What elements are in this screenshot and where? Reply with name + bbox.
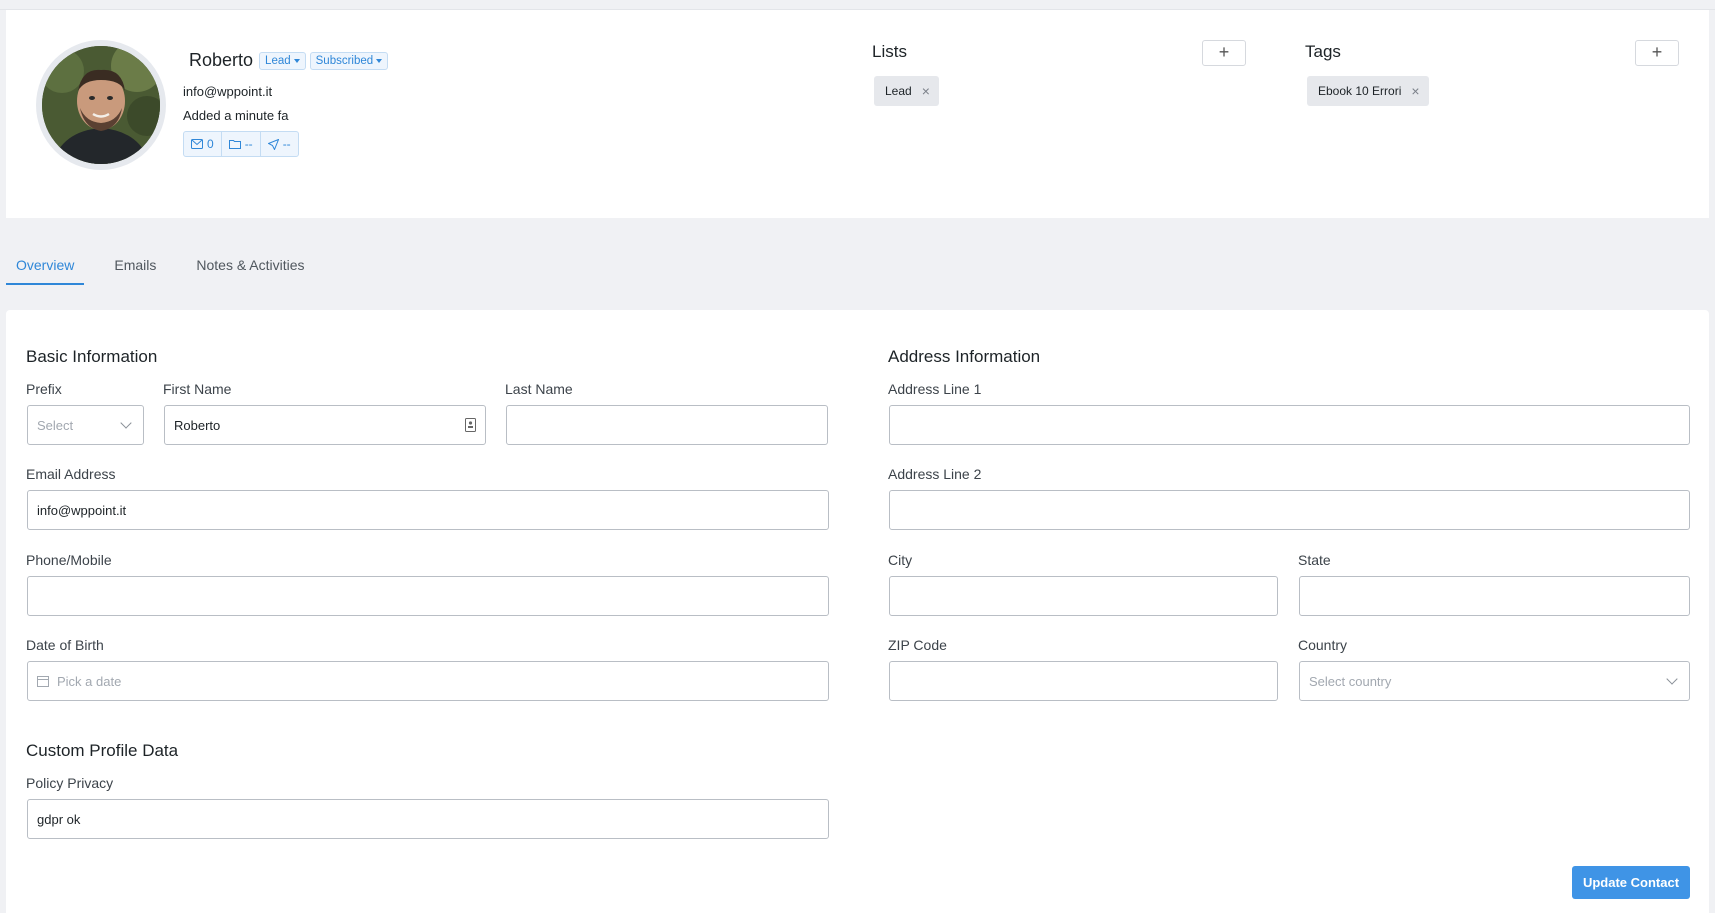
add-list-button[interactable]: + — [1202, 40, 1246, 66]
tab-overview[interactable]: Overview — [6, 250, 85, 285]
added-time: Added a minute fa — [183, 108, 289, 123]
mail-icon — [191, 139, 203, 149]
custom-data-title: Custom Profile Data — [26, 741, 179, 760]
caret-down-icon — [376, 58, 383, 63]
contact-stats: 0 -- -- — [183, 131, 299, 157]
update-contact-button[interactable]: Update Contact — [1572, 866, 1690, 899]
contact-email: info@wppoint.it — [183, 84, 273, 99]
folder-stat[interactable]: -- — [222, 132, 261, 156]
status-chip-lead[interactable]: Lead — [259, 51, 306, 70]
send-icon — [267, 138, 279, 150]
policy-field[interactable]: gdpr ok — [27, 799, 829, 839]
first-name-label: First Name — [163, 381, 232, 397]
remove-icon[interactable]: × — [922, 83, 930, 99]
remove-icon[interactable]: × — [1411, 83, 1419, 99]
prefix-select[interactable]: Select — [27, 405, 144, 445]
country-label: Country — [1298, 637, 1348, 653]
policy-label: Policy Privacy — [26, 775, 114, 791]
chevron-down-icon — [120, 417, 132, 429]
list-tag: Lead × — [874, 76, 939, 106]
phone-field[interactable] — [27, 576, 829, 616]
phone-label: Phone/Mobile — [26, 552, 112, 568]
folder-icon — [228, 140, 241, 149]
add-tag-button[interactable]: + — [1635, 40, 1679, 66]
sent-stat[interactable]: -- — [261, 132, 298, 156]
city-label: City — [888, 552, 913, 568]
emails-stat[interactable]: 0 — [184, 132, 222, 156]
zip-label: ZIP Code — [888, 637, 947, 653]
first-name-field[interactable]: Roberto — [164, 405, 486, 445]
zip-field[interactable] — [889, 661, 1278, 701]
tab-emails[interactable]: Emails — [104, 250, 166, 285]
last-name-field[interactable] — [506, 405, 828, 445]
address-line1-field[interactable] — [889, 405, 1690, 445]
profile-name-row: Roberto Lead Subscribed — [189, 50, 389, 71]
tags-title: Tags — [1305, 42, 1341, 61]
state-label: State — [1298, 552, 1331, 568]
last-name-label: Last Name — [505, 381, 573, 397]
country-select[interactable]: Select country — [1299, 661, 1690, 701]
dob-field[interactable]: Pick a date — [27, 661, 829, 701]
caret-down-icon — [293, 58, 300, 63]
city-field[interactable] — [889, 576, 1278, 616]
avatar — [36, 40, 166, 170]
email-field[interactable]: info@wppoint.it — [27, 490, 829, 530]
calendar-icon — [37, 676, 49, 687]
state-field[interactable] — [1299, 576, 1690, 616]
contact-card-icon — [465, 418, 476, 432]
email-label: Email Address — [26, 466, 116, 482]
contact-name: Roberto — [189, 50, 254, 70]
tab-notes[interactable]: Notes & Activities — [186, 250, 314, 285]
address-info-title: Address Information — [888, 347, 1041, 366]
prefix-label: Prefix — [26, 381, 62, 397]
tab-bar: Overview Emails Notes & Activities — [6, 250, 335, 285]
top-bar — [0, 0, 1715, 10]
tag-item: Ebook 10 Errori × — [1307, 76, 1429, 106]
chevron-down-icon — [1666, 673, 1678, 685]
basic-info-title: Basic Information — [26, 347, 158, 366]
address-line2-label: Address Line 2 — [888, 466, 982, 482]
lists-title: Lists — [872, 42, 907, 61]
address-line2-field[interactable] — [889, 490, 1690, 530]
dob-label: Date of Birth — [26, 637, 104, 653]
address-line1-label: Address Line 1 — [888, 381, 982, 397]
status-chip-subscribed[interactable]: Subscribed — [309, 51, 389, 70]
